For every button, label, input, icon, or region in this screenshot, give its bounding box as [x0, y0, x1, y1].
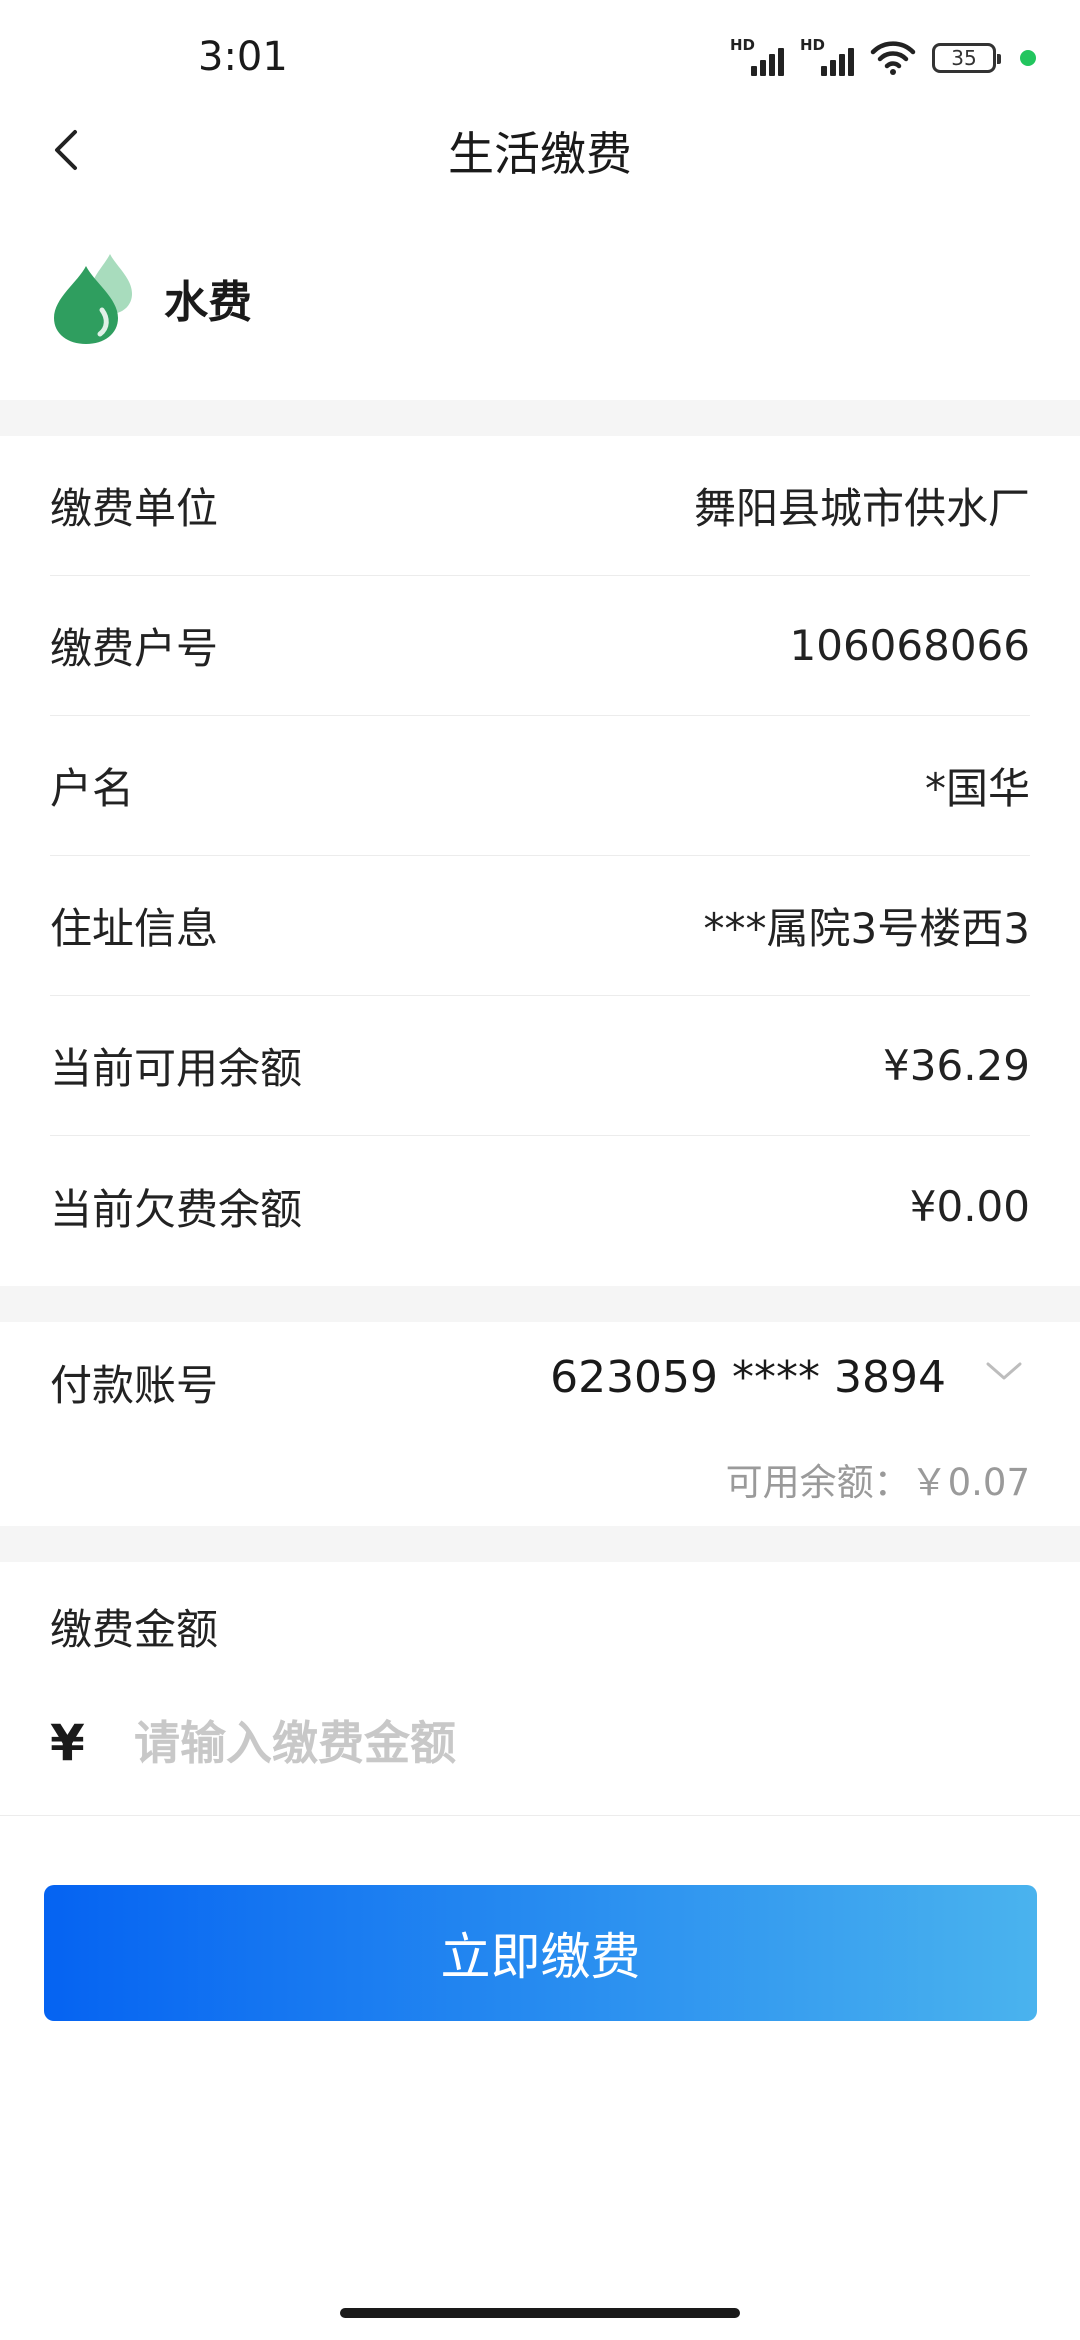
status-bar: 3:01 HD HD 35 [0, 0, 1080, 120]
info-row-account-number: 缴费户号 106068066 [50, 576, 1030, 716]
info-row-address: 住址信息 ***属院3号楼西3 [50, 856, 1030, 996]
info-label: 住址信息 [50, 904, 219, 953]
info-label: 缴费户号 [50, 624, 219, 673]
water-drop-icon [54, 254, 132, 344]
currency-symbol: ¥ [50, 1714, 85, 1772]
amount-divider [0, 1815, 1080, 1816]
info-value: ¥0.00 [909, 1181, 1030, 1231]
bill-info-list: 缴费单位 舞阳县城市供水厂 缴费户号 106068066 户名 *国华 住址信息… [50, 436, 1030, 1276]
account-label: 付款账号 [50, 1361, 219, 1410]
info-value: *国华 [924, 764, 1030, 813]
chevron-down-icon[interactable] [984, 1356, 1024, 1386]
pay-now-button[interactable]: 立即缴费 [44, 1885, 1037, 2021]
info-row-account-name: 户名 *国华 [50, 716, 1030, 856]
info-value: 舞阳县城市供水厂 [693, 484, 1030, 533]
section-divider [0, 400, 1080, 436]
battery-level: 35 [951, 46, 977, 70]
status-time: 3:01 [198, 34, 288, 80]
info-label: 户名 [50, 764, 135, 813]
info-label: 缴费单位 [50, 484, 219, 533]
info-label: 当前欠费余额 [50, 1184, 303, 1234]
info-value: 106068066 [789, 621, 1031, 670]
page-title: 生活缴费 [448, 127, 632, 181]
wifi-icon [870, 41, 916, 75]
account-number: 623059 **** 3894 [550, 1352, 946, 1403]
nav-bar: 生活缴费 [0, 110, 1080, 190]
home-indicator[interactable] [340, 2308, 740, 2318]
payment-account-selector[interactable]: 付款账号 623059 **** 3894 [50, 1322, 1030, 1442]
cellular-signal-icon: HD [800, 38, 854, 78]
amount-label: 缴费金额 [50, 1605, 219, 1654]
info-label: 当前可用余额 [50, 1044, 303, 1093]
info-row-arrears-balance: 当前欠费余额 ¥0.00 [50, 1136, 1030, 1276]
section-divider [0, 1526, 1080, 1562]
info-value: ¥36.29 [883, 1041, 1030, 1090]
info-row-payee: 缴费单位 舞阳县城市供水厂 [50, 436, 1030, 576]
service-name: 水费 [164, 277, 252, 328]
privacy-indicator-dot [1020, 50, 1036, 66]
amount-input[interactable] [134, 1716, 994, 1770]
info-row-available-balance: 当前可用余额 ¥36.29 [50, 996, 1030, 1136]
account-available-balance: 可用余额：￥0.07 [725, 1461, 1030, 1504]
battery-icon: 35 [932, 43, 1001, 73]
service-header: 水费 [50, 248, 252, 348]
section-divider [0, 1286, 1080, 1322]
cellular-signal-icon: HD [730, 38, 784, 78]
status-icons: HD HD 35 [730, 36, 1036, 80]
info-value: ***属院3号楼西3 [703, 904, 1030, 953]
amount-input-row: ¥ [50, 1698, 1030, 1788]
